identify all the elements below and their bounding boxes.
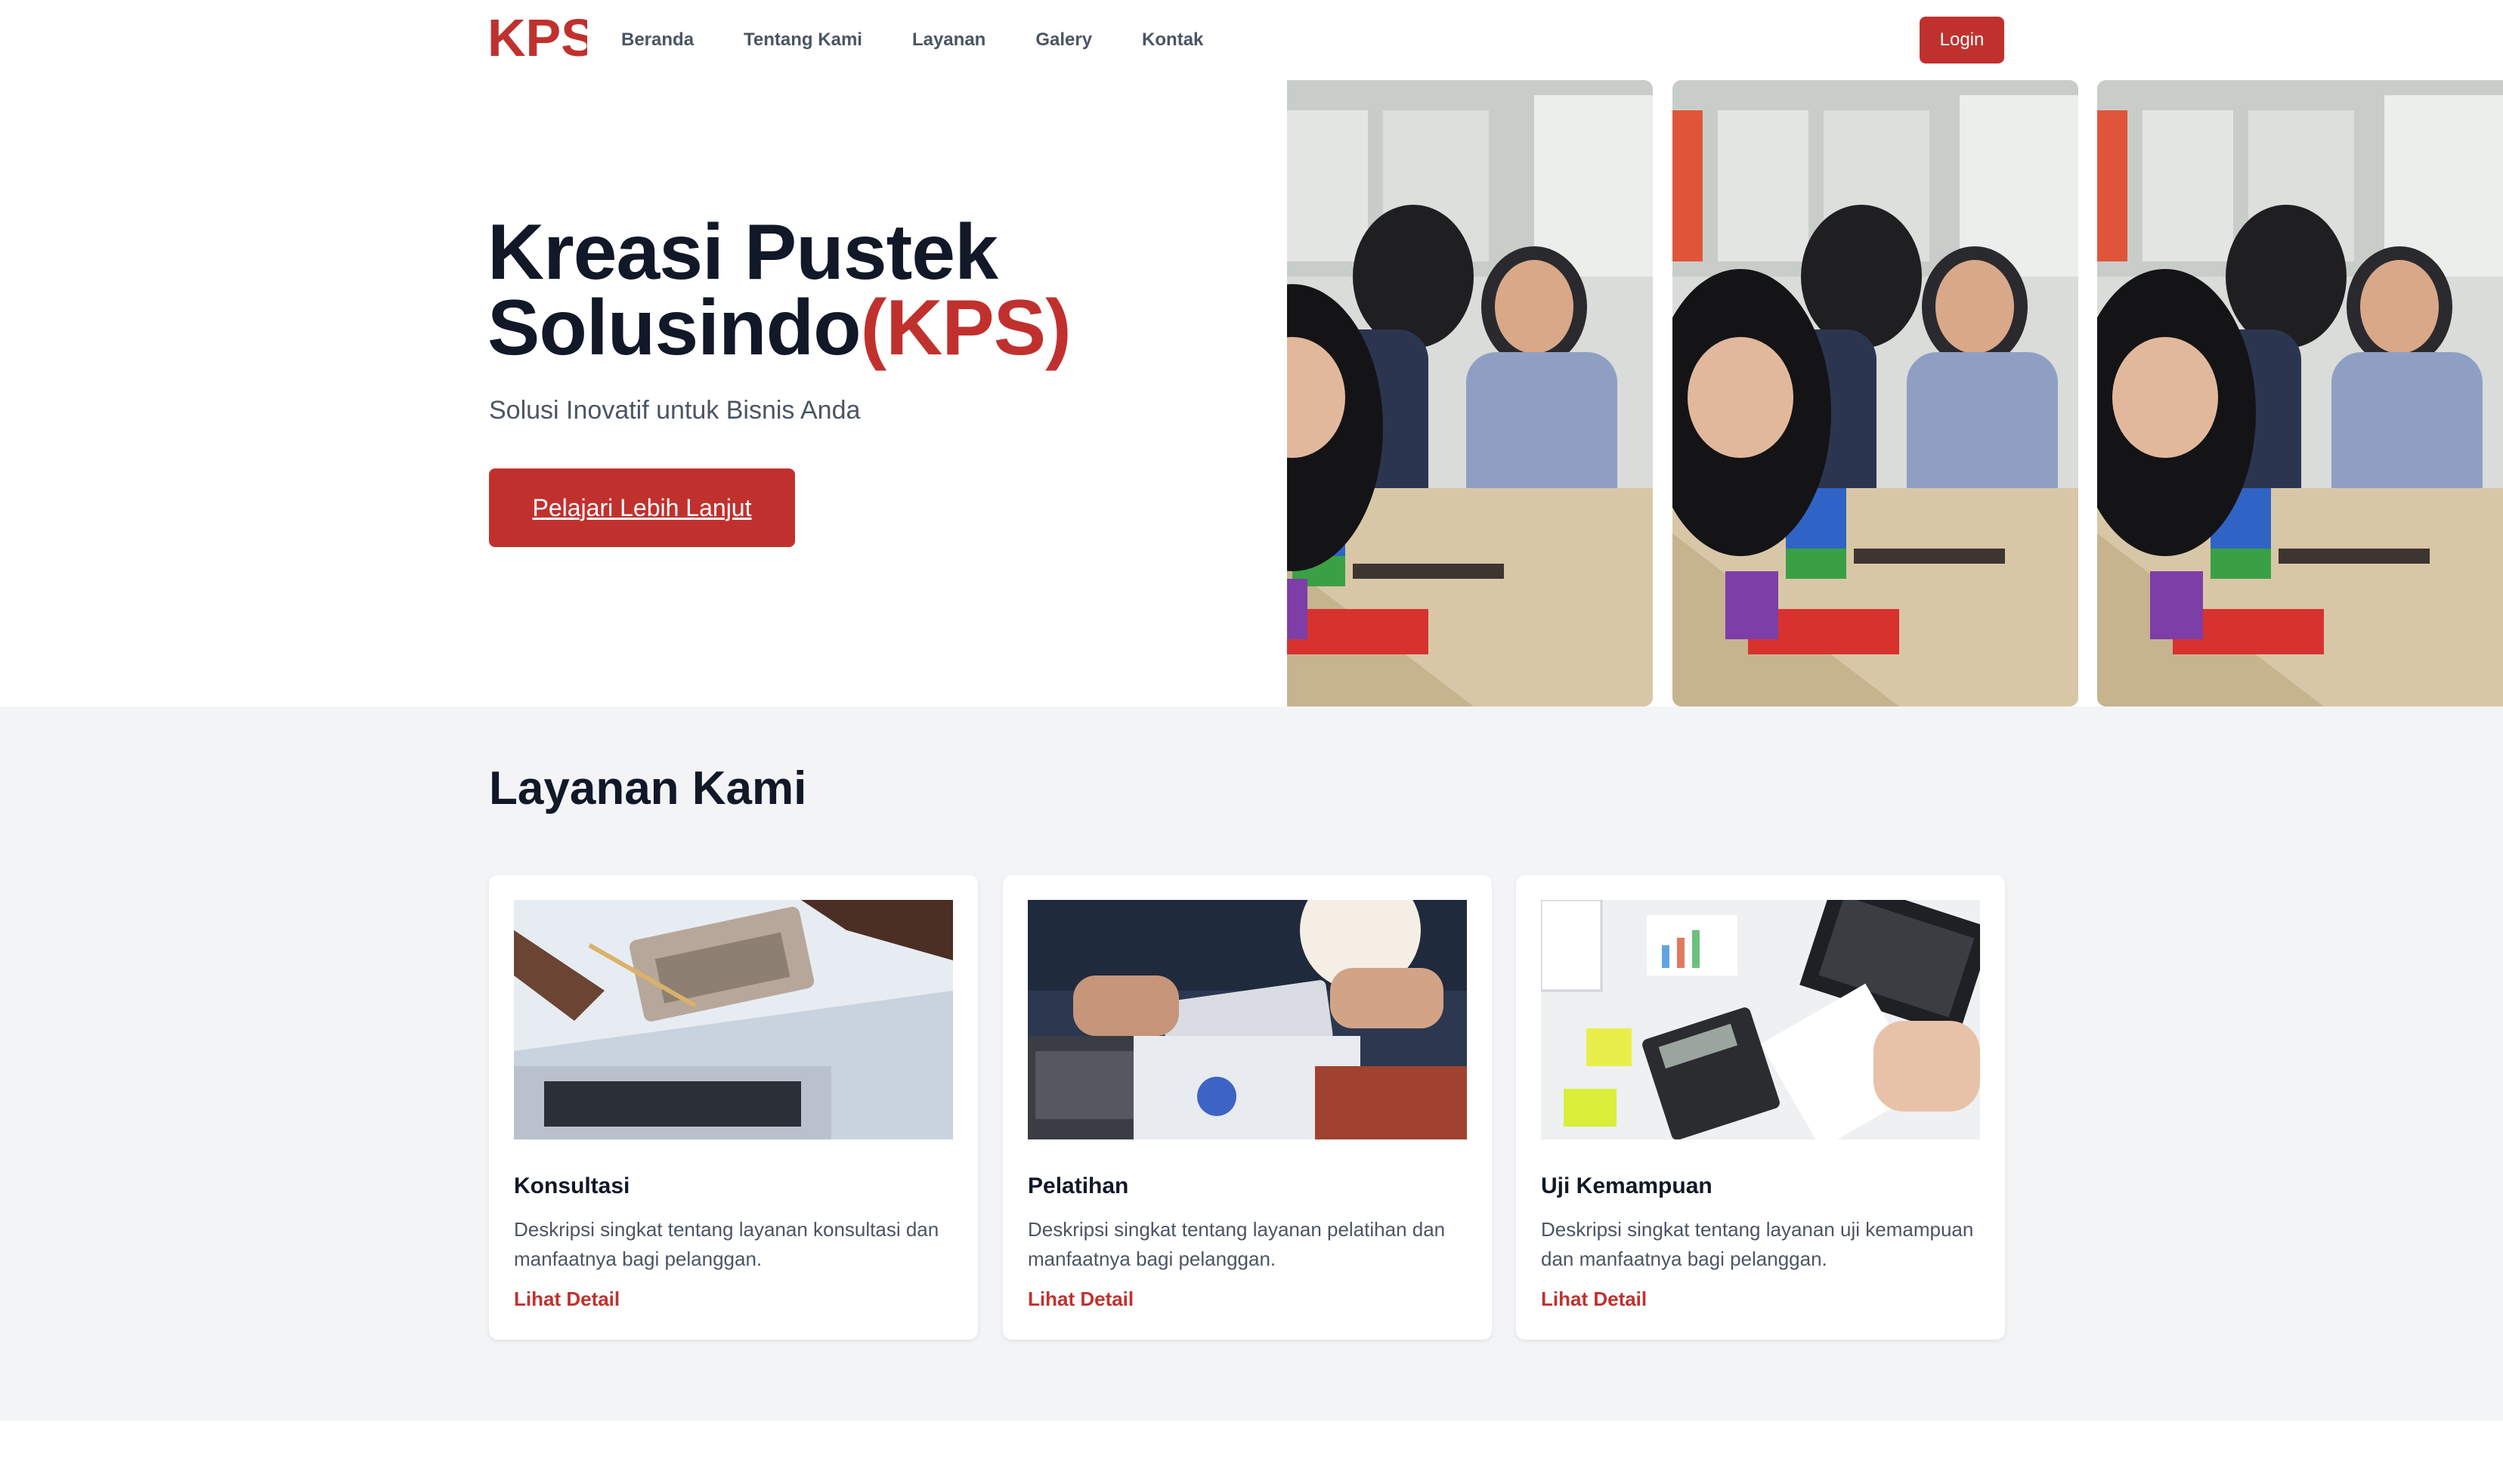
service-title: Konsultasi <box>514 1173 630 1198</box>
hero-title: Kreasi Pustek Solusindo(KPS) <box>487 213 1072 367</box>
service-card-konsultasi: Konsultasi Deskripsi singkat tentang lay… <box>489 875 978 1340</box>
services-title: Layanan Kami <box>489 762 807 815</box>
nav-galery[interactable]: Galery <box>1035 29 1092 51</box>
hero-photo-2 <box>1672 80 2078 706</box>
service-card-uji-kemampuan: Uji Kemampuan Deskripsi singkat tentang … <box>1516 875 2005 1340</box>
hero-section: Kreasi Pustek Solusindo(KPS) Solusi Inov… <box>0 80 2503 706</box>
service-image-konsultasi <box>514 900 953 1139</box>
service-detail-link[interactable]: Lihat Detail <box>1541 1288 1647 1311</box>
team-workshop-photo <box>2097 80 2503 706</box>
service-title: Pelatihan <box>1028 1173 1129 1198</box>
kps-logo-icon: KPS <box>487 14 587 63</box>
nav-beranda[interactable]: Beranda <box>621 29 694 51</box>
nav-kontak[interactable]: Kontak <box>1142 29 1203 51</box>
meeting-photo <box>1028 900 1467 1139</box>
service-card-pelatihan: Pelatihan Deskripsi singkat tentang laya… <box>1003 875 1492 1340</box>
service-detail-link[interactable]: Lihat Detail <box>1028 1288 1134 1311</box>
nav-layanan[interactable]: Layanan <box>912 29 985 51</box>
navbar: KPS Beranda Tentang Kami Layanan Galery … <box>0 0 2503 80</box>
hero-photo-3 <box>2097 80 2503 706</box>
service-description: Deskripsi singkat tentang layanan uji ke… <box>1541 1218 1974 1270</box>
team-workshop-photo <box>1672 80 2078 706</box>
service-image-pelatihan <box>1028 900 1467 1139</box>
service-title: Uji Kemampuan <box>1541 1173 1712 1198</box>
hero-title-line1: Kreasi Pustek <box>487 209 998 296</box>
service-description: Deskripsi singkat tentang layanan pelati… <box>1028 1218 1446 1270</box>
svg-text:KPS: KPS <box>487 14 587 63</box>
calculator-photo <box>514 900 953 1139</box>
service-image-uji-kemampuan <box>1541 900 1980 1139</box>
hero-subtitle: Solusi Inovatif untuk Bisnis Anda <box>489 396 861 425</box>
hero-photo-1 <box>1287 80 1653 706</box>
services-section: Layanan Kami Konsultasi Deskripsi singka… <box>0 706 2503 1421</box>
nav-tentang-kami[interactable]: Tentang Kami <box>744 29 862 51</box>
learn-more-button[interactable]: Pelajari Lebih Lanjut <box>489 468 795 547</box>
hero-title-accent: (KPS) <box>860 284 1072 372</box>
desk-laptop-photo <box>1541 900 1980 1139</box>
service-detail-link[interactable]: Lihat Detail <box>514 1288 620 1311</box>
service-description: Deskripsi singkat tentang layanan konsul… <box>514 1218 939 1270</box>
page-bottom-area <box>0 1421 2503 1484</box>
main-nav: Beranda Tentang Kami Layanan Galery Kont… <box>621 0 1253 80</box>
team-workshop-photo <box>1287 80 1653 706</box>
login-button[interactable]: Login <box>1920 17 2004 63</box>
hero-title-line2: Solusindo <box>487 284 862 372</box>
kps-logo[interactable]: KPS <box>487 14 587 63</box>
